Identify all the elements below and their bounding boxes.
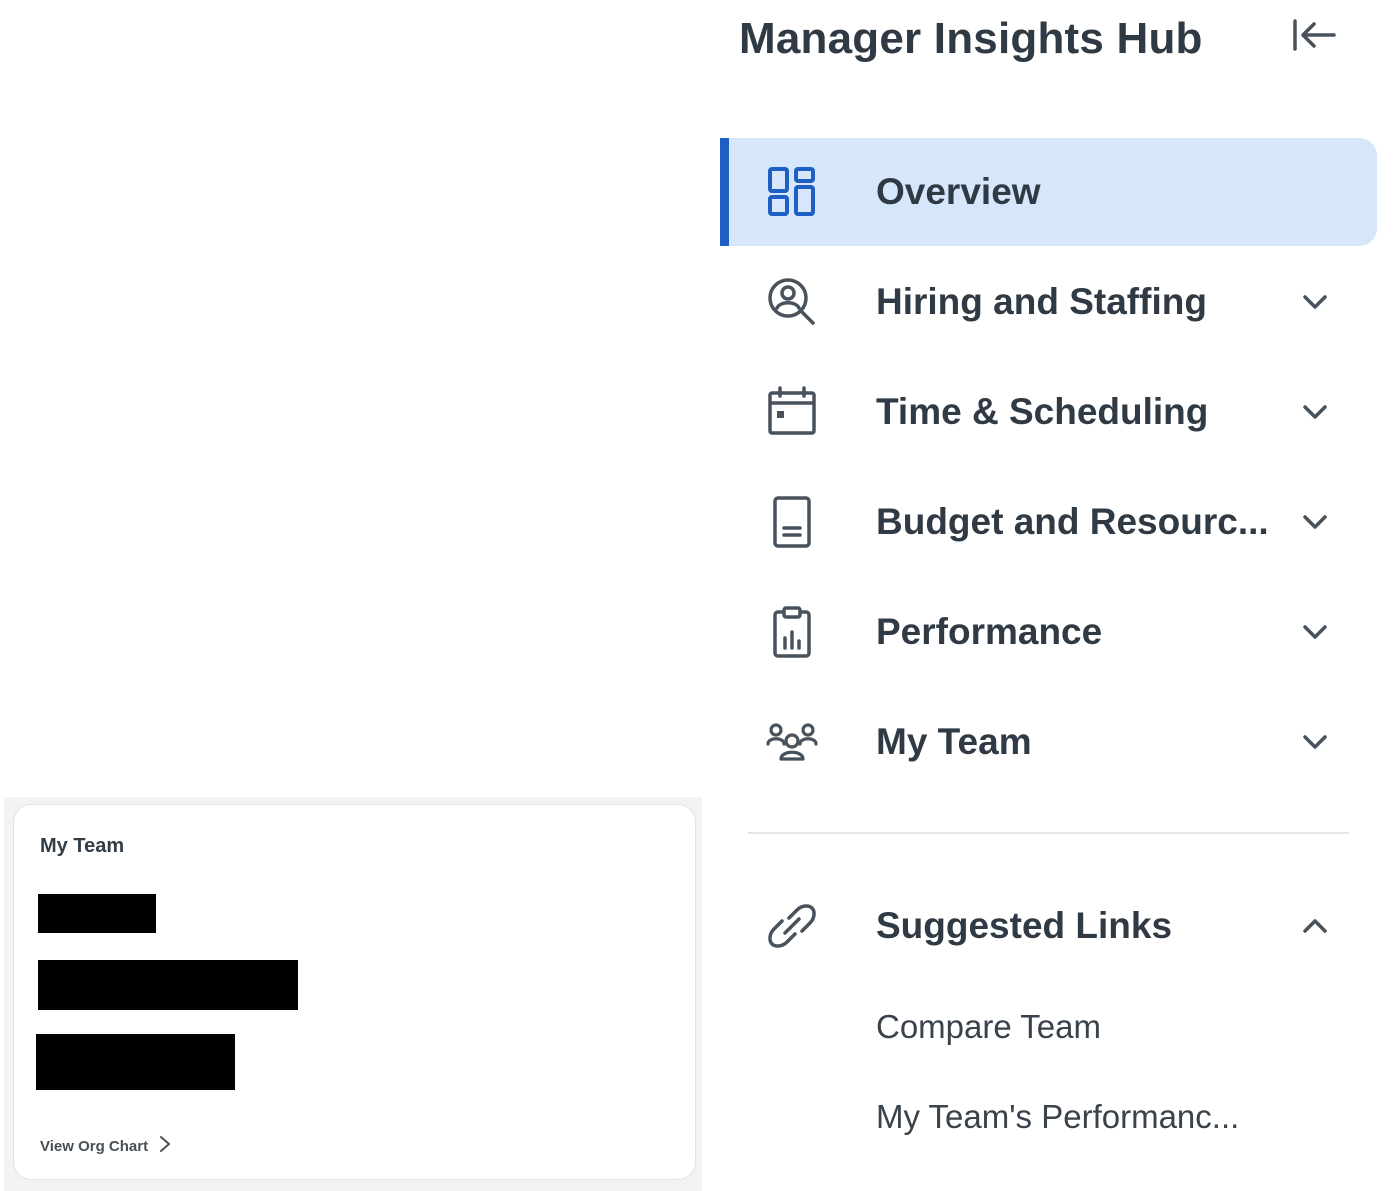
person-search-icon — [764, 274, 820, 330]
chevron-right-icon — [158, 1135, 172, 1158]
nav-item-label: Budget and Resourc... — [876, 501, 1269, 542]
nav-item-label: Overview — [876, 171, 1041, 212]
chevron-down-icon — [1294, 281, 1336, 323]
nav-item-overview[interactable]: Overview — [720, 138, 1377, 246]
clipboard-chart-icon — [764, 604, 820, 660]
chevron-down-icon — [1294, 391, 1336, 433]
nav-item-hiring-and-staffing[interactable]: Hiring and Staffing — [720, 248, 1377, 356]
chevron-up-icon — [1294, 905, 1336, 947]
hub-title: Manager Insights Hub — [739, 14, 1203, 63]
dashboard-icon — [764, 164, 820, 220]
nav-item-label: Time & Scheduling — [876, 391, 1209, 432]
chevron-down-icon — [1294, 611, 1336, 653]
team-icon — [764, 714, 820, 770]
suggested-links-toggle[interactable]: Suggested Links — [720, 872, 1377, 980]
suggested-link-my-teams-performance[interactable]: My Team's Performanc... — [876, 1098, 1239, 1136]
chevron-down-icon — [1294, 721, 1336, 763]
my-team-card: My Team View Org Chart — [13, 804, 696, 1180]
nav-item-performance[interactable]: Performance — [720, 578, 1377, 686]
my-team-card-title: My Team — [40, 835, 125, 857]
nav-divider — [748, 832, 1349, 834]
redacted-team-name — [38, 894, 156, 933]
content-area: My Team View Org Chart — [0, 0, 702, 1191]
view-org-chart-label: View Org Chart — [40, 1138, 149, 1155]
nav-item-my-team[interactable]: My Team — [720, 688, 1377, 796]
document-icon — [764, 494, 820, 550]
redacted-team-member — [38, 960, 298, 1010]
chevron-down-icon — [1294, 501, 1336, 543]
nav-item-label: Performance — [876, 611, 1103, 652]
manager-insights-nav: Manager Insights Hub Overview Hiring and… — [715, 0, 1397, 1191]
nav-item-budget-and-resources[interactable]: Budget and Resourc... — [720, 468, 1377, 576]
view-org-chart-link[interactable]: View Org Chart — [40, 1135, 172, 1158]
nav-item-label: My Team — [876, 721, 1032, 762]
suggested-link-compare-team[interactable]: Compare Team — [876, 1008, 1101, 1046]
redacted-team-member — [36, 1034, 235, 1090]
link-icon — [764, 898, 820, 954]
nav-item-time-and-scheduling[interactable]: Time & Scheduling — [720, 358, 1377, 466]
calendar-icon — [764, 384, 820, 440]
nav-item-label: Hiring and Staffing — [876, 281, 1207, 322]
suggested-links-label: Suggested Links — [876, 905, 1173, 946]
collapse-panel-button[interactable] — [1285, 12, 1343, 62]
collapse-left-icon — [1290, 15, 1338, 60]
